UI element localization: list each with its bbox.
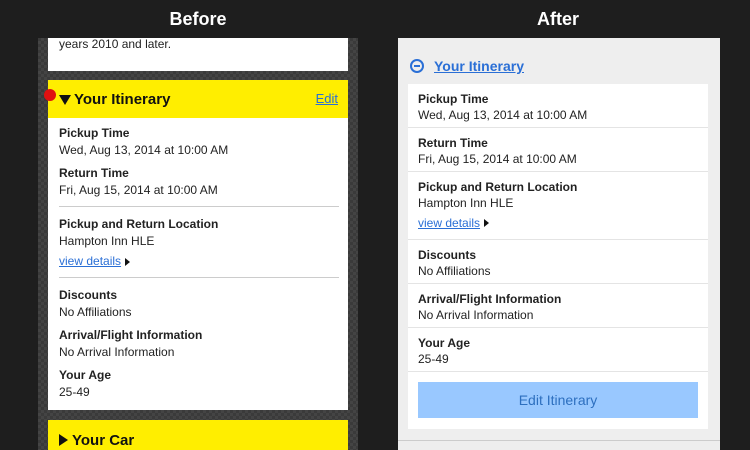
arrow-right-icon — [484, 218, 490, 227]
itinerary-title-after[interactable]: Your Itinerary — [434, 58, 524, 74]
itinerary-header-before[interactable]: Your Itinerary Edit — [44, 80, 348, 118]
arrival-value-after: No Arrival Information — [418, 308, 534, 322]
return-value-before: Fri, Aug 15, 2014 at 10:00 AM — [59, 183, 218, 197]
arrival-value-before: No Arrival Information — [59, 345, 175, 359]
before-panel: years 2010 and later. Your Itinerary Edi… — [38, 38, 358, 450]
return-value-after: Fri, Aug 15, 2014 at 10:00 AM — [418, 152, 577, 166]
itinerary-card-after: Pickup Time Wed, Aug 13, 2014 at 10:00 A… — [408, 84, 708, 429]
pickup-value-before: Wed, Aug 13, 2014 at 10:00 AM — [59, 143, 229, 157]
age-row: Your Age 25-49 — [408, 328, 708, 372]
after-panel: Your Itinerary Pickup Time Wed, Aug 13, … — [398, 38, 720, 450]
location-label-before: Pickup and Return Location — [59, 217, 219, 231]
arrival-row: Arrival/Flight Information No Arrival In… — [408, 284, 708, 328]
edit-link[interactable]: Edit — [316, 91, 338, 106]
view-details-link-before[interactable]: view details — [59, 254, 121, 268]
discounts-row: Discounts No Affiliations — [408, 240, 708, 284]
edit-itinerary-button[interactable]: Edit Itinerary — [418, 382, 698, 418]
divider — [59, 206, 339, 207]
previous-card-text: years 2010 and later. — [59, 37, 172, 51]
return-label-after: Return Time — [418, 136, 488, 150]
after-heading: After — [536, 9, 579, 29]
age-value-after: 25-49 — [418, 352, 449, 366]
collapse-minus-icon[interactable] — [410, 59, 424, 73]
view-details-link-after[interactable]: view details — [418, 216, 480, 230]
arrow-right-icon — [125, 257, 131, 266]
arrival-label-before: Arrival/Flight Information — [59, 328, 203, 342]
age-value-before: 25-49 — [59, 385, 90, 399]
age-label-before: Your Age — [59, 368, 112, 382]
location-value-after: Hampton Inn HLE — [418, 196, 514, 210]
location-value-before: Hampton Inn HLE — [59, 234, 155, 248]
itinerary-title-before: Your Itinerary — [74, 91, 171, 108]
discounts-label-before: Discounts — [59, 288, 118, 302]
pickup-label-after: Pickup Time — [418, 92, 489, 106]
divider — [59, 277, 339, 278]
location-label-after: Pickup and Return Location — [418, 180, 578, 194]
previous-card: years 2010 and later. — [48, 38, 348, 71]
pickup-value-after: Wed, Aug 13, 2014 at 10:00 AM — [418, 108, 588, 122]
pickup-row: Pickup Time Wed, Aug 13, 2014 at 10:00 A… — [408, 84, 708, 128]
triangle-down-icon — [59, 95, 71, 105]
pickup-label-before: Pickup Time — [59, 126, 130, 140]
itinerary-card-before: Your Itinerary Edit Pickup Time Wed, Aug… — [44, 80, 348, 410]
discounts-value-after: No Affiliations — [418, 264, 491, 278]
divider — [398, 440, 720, 441]
arrival-label-after: Arrival/Flight Information — [418, 292, 562, 306]
your-car-header[interactable]: Your Car — [48, 420, 348, 450]
discounts-label-after: Discounts — [418, 248, 477, 262]
red-dot-icon — [44, 89, 56, 101]
return-label-before: Return Time — [59, 166, 129, 180]
discounts-value-before: No Affiliations — [59, 305, 132, 319]
age-label-after: Your Age — [418, 336, 471, 350]
before-heading: Before — [169, 9, 227, 29]
itinerary-header-after[interactable]: Your Itinerary — [398, 38, 720, 84]
triangle-right-icon — [59, 434, 68, 446]
return-row: Return Time Fri, Aug 15, 2014 at 10:00 A… — [408, 128, 708, 172]
your-car-title: Your Car — [72, 432, 135, 449]
location-row: Pickup and Return Location Hampton Inn H… — [408, 172, 708, 240]
